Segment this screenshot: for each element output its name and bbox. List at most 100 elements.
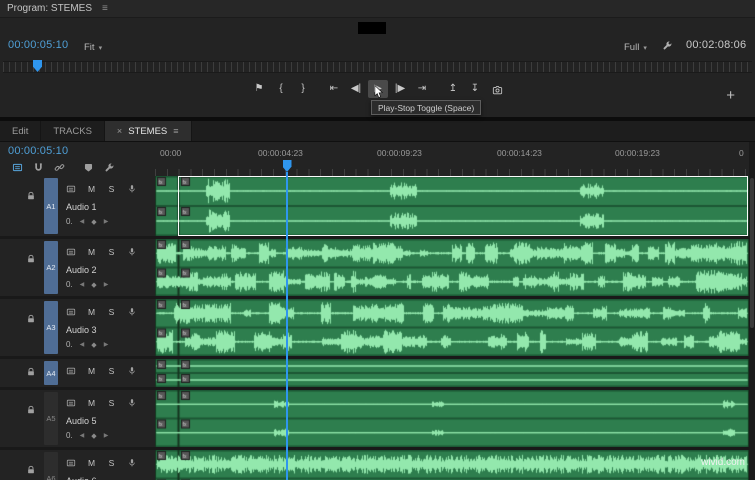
prev-keyframe-icon[interactable]: ◀: [80, 432, 85, 439]
voiceover-record-icon[interactable]: [127, 184, 137, 194]
mute-button[interactable]: M: [87, 458, 96, 468]
program-scrubber[interactable]: [3, 60, 752, 73]
track-clips-a3[interactable]: [155, 299, 749, 356]
monitor-settings-button[interactable]: [662, 40, 673, 51]
timeline-settings-wrench-icon[interactable]: [104, 162, 115, 173]
track-volume-value[interactable]: 0.: [66, 217, 73, 226]
track-name[interactable]: Audio 2: [66, 265, 97, 275]
extract-button[interactable]: ↧: [465, 80, 485, 98]
add-keyframe-icon[interactable]: ◆: [91, 341, 96, 349]
lock-icon[interactable]: [26, 314, 36, 324]
go-to-out-button[interactable]: ⇥: [412, 80, 432, 98]
solo-button[interactable]: S: [107, 307, 116, 317]
track-clips-a4[interactable]: [155, 359, 749, 387]
go-to-in-button[interactable]: ⇤: [324, 80, 344, 98]
track-target-a6[interactable]: A6: [44, 452, 58, 480]
timeline-current-timecode[interactable]: 00:00:05:10: [8, 145, 68, 157]
voiceover-record-icon[interactable]: [127, 247, 137, 257]
next-keyframe-icon[interactable]: ▶: [104, 281, 109, 288]
time-ruler[interactable]: 00:00 00:00:04:23 00:00:09:23 00:00:14:2…: [155, 142, 749, 176]
tab-stemes[interactable]: × STEMES ≡: [104, 121, 192, 141]
timeline-playhead[interactable]: [282, 160, 292, 480]
solo-button[interactable]: S: [107, 398, 116, 408]
track-name[interactable]: Audio 3: [66, 325, 97, 335]
track-target-a4[interactable]: A4: [44, 361, 58, 385]
program-playhead-caret[interactable]: [33, 60, 42, 72]
mute-button[interactable]: M: [87, 184, 96, 194]
track-target-a3[interactable]: A3: [44, 301, 58, 354]
mark-in-button[interactable]: {: [271, 80, 291, 98]
prev-keyframe-icon[interactable]: ◀: [80, 341, 85, 348]
vertical-scrollbar[interactable]: [749, 142, 755, 480]
linked-selection-icon[interactable]: [54, 162, 65, 173]
tab-edit[interactable]: Edit: [0, 121, 42, 141]
track-name[interactable]: Audio 5: [66, 416, 97, 426]
next-keyframe-icon[interactable]: ▶: [104, 432, 109, 439]
mute-button[interactable]: M: [87, 307, 96, 317]
source-patch-icon[interactable]: [66, 458, 76, 468]
prev-keyframe-icon[interactable]: ◀: [80, 281, 85, 288]
track-clips-a1[interactable]: [155, 176, 749, 236]
track-volume-value[interactable]: 0.: [66, 431, 73, 440]
lock-icon[interactable]: [26, 254, 36, 264]
solo-button[interactable]: S: [107, 366, 116, 376]
add-keyframe-icon[interactable]: ◆: [91, 281, 96, 289]
mute-button[interactable]: M: [87, 366, 96, 376]
tab-tracks[interactable]: TRACKS: [41, 121, 105, 141]
mute-button[interactable]: M: [87, 247, 96, 257]
add-keyframe-icon[interactable]: ◆: [91, 218, 96, 226]
audio-clip-waveform[interactable]: [155, 299, 749, 356]
add-marker-button[interactable]: ⚑: [249, 80, 269, 98]
audio-clip-waveform[interactable]: [155, 450, 749, 480]
track-volume-value[interactable]: 0.: [66, 340, 73, 349]
zoom-level-select[interactable]: Fit ▾: [78, 41, 108, 54]
source-patch-icon[interactable]: [66, 247, 76, 257]
solo-button[interactable]: S: [107, 184, 116, 194]
add-marker-icon[interactable]: [83, 162, 94, 173]
track-target-a5[interactable]: A5: [44, 392, 58, 445]
track-name[interactable]: Audio 1: [66, 202, 97, 212]
track-target-a2[interactable]: A2: [44, 241, 58, 294]
audio-clip-waveform[interactable]: [155, 239, 749, 296]
step-back-button[interactable]: ◀|: [346, 80, 366, 98]
source-patch-icon[interactable]: [66, 398, 76, 408]
playback-resolution-select[interactable]: Full ▾: [618, 41, 653, 54]
add-button[interactable]: +: [720, 86, 741, 105]
audio-clip-waveform[interactable]: [155, 359, 749, 387]
track-clips-a6[interactable]: [155, 450, 749, 480]
snap-magnet-icon[interactable]: [33, 162, 44, 173]
solo-button[interactable]: S: [107, 458, 116, 468]
track-target-a1[interactable]: A1: [44, 178, 58, 234]
panel-menu-icon[interactable]: ≡: [173, 126, 178, 136]
close-icon[interactable]: ×: [117, 126, 122, 136]
track-clips-a2[interactable]: [155, 239, 749, 296]
export-frame-button[interactable]: [487, 80, 507, 98]
prev-keyframe-icon[interactable]: ◀: [80, 218, 85, 225]
add-keyframe-icon[interactable]: ◆: [91, 432, 96, 440]
source-patch-icon[interactable]: [66, 184, 76, 194]
next-keyframe-icon[interactable]: ▶: [104, 341, 109, 348]
voiceover-record-icon[interactable]: [127, 398, 137, 408]
voiceover-record-icon[interactable]: [127, 307, 137, 317]
solo-button[interactable]: S: [107, 247, 116, 257]
source-patch-icon[interactable]: [66, 307, 76, 317]
voiceover-record-icon[interactable]: [127, 458, 137, 468]
lift-button[interactable]: ↥: [443, 80, 463, 98]
track-volume-value[interactable]: 0.: [66, 280, 73, 289]
mark-out-button[interactable]: }: [293, 80, 313, 98]
step-forward-button[interactable]: |▶: [390, 80, 410, 98]
audio-clip-waveform[interactable]: [155, 390, 749, 447]
track-name[interactable]: Audio 6: [66, 476, 97, 480]
source-patch-icon[interactable]: [66, 366, 76, 376]
lock-icon[interactable]: [26, 405, 36, 415]
lock-icon[interactable]: [26, 465, 36, 475]
mute-button[interactable]: M: [87, 398, 96, 408]
program-current-timecode[interactable]: 00:00:05:10: [8, 39, 68, 51]
lock-icon[interactable]: [26, 191, 36, 201]
voiceover-record-icon[interactable]: [127, 366, 137, 376]
track-clips-a5[interactable]: [155, 390, 749, 447]
panel-menu-icon[interactable]: ≡: [102, 3, 108, 14]
nest-sequences-icon[interactable]: [12, 162, 23, 173]
scrollbar-thumb[interactable]: [750, 178, 754, 328]
lock-icon[interactable]: [26, 367, 36, 377]
